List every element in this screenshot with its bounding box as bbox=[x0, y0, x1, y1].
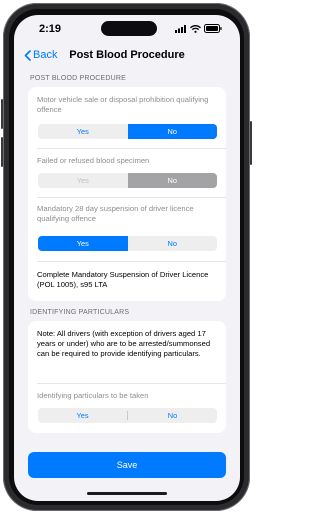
divider bbox=[37, 197, 226, 198]
save-button[interactable]: Save bbox=[28, 452, 226, 478]
home-indicator bbox=[87, 492, 167, 495]
battery-icon bbox=[204, 24, 222, 33]
divider bbox=[37, 383, 226, 384]
vehicle-sale-no-option[interactable]: No bbox=[127, 124, 217, 139]
suspension-instruction-text: Complete Mandatory Suspension of Driver … bbox=[37, 270, 209, 289]
volume-button bbox=[1, 137, 3, 167]
question-label-licence-suspension: Mandatory 28 day suspension of driver li… bbox=[37, 204, 194, 223]
dynamic-island bbox=[101, 21, 157, 36]
post-blood-card: Motor vehicle sale or disposal prohibiti… bbox=[28, 87, 226, 301]
status-time: 2:19 bbox=[39, 23, 62, 35]
status-icons bbox=[175, 24, 222, 33]
screen: 2:19 Back Post Blood Procedure POST BLOO… bbox=[14, 15, 240, 501]
blood-specimen-no-option: No bbox=[127, 173, 217, 188]
volume-button bbox=[1, 99, 3, 129]
question-label-vehicle-sale: Motor vehicle sale or disposal prohibiti… bbox=[37, 95, 209, 114]
wifi-icon bbox=[190, 24, 201, 33]
divider bbox=[37, 148, 226, 149]
section-header-identifying: IDENTIFYING PARTICULARS bbox=[30, 309, 130, 316]
identifying-no-option[interactable]: No bbox=[128, 408, 217, 423]
vehicle-sale-yes-option[interactable]: Yes bbox=[38, 124, 128, 139]
identifying-yes-option[interactable]: Yes bbox=[38, 408, 127, 423]
licence-suspension-yes-option[interactable]: Yes bbox=[38, 236, 128, 251]
identifying-note-text: Note: All drivers (with exception of dri… bbox=[37, 329, 211, 358]
blood-specimen-yes-option: Yes bbox=[76, 176, 89, 185]
identifying-segmented-control[interactable]: Yes No bbox=[38, 408, 217, 423]
divider bbox=[37, 261, 226, 262]
blood-specimen-segmented-control: Yes No bbox=[38, 173, 217, 188]
page-title: Post Blood Procedure bbox=[69, 49, 185, 61]
section-header-post-blood: POST BLOOD PROCEDURE bbox=[30, 75, 127, 82]
identifying-card: Note: All drivers (with exception of dri… bbox=[28, 321, 226, 433]
question-label-identifying: Identifying particulars to be taken bbox=[37, 391, 149, 400]
power-button bbox=[250, 121, 252, 165]
question-label-blood-specimen: Failed or refused blood specimen bbox=[37, 156, 150, 165]
licence-suspension-segmented-control[interactable]: Yes No bbox=[38, 236, 217, 251]
vehicle-sale-segmented-control[interactable]: Yes No bbox=[38, 124, 217, 139]
navigation-bar: Back Post Blood Procedure bbox=[14, 43, 240, 71]
signal-icon bbox=[175, 24, 186, 33]
licence-suspension-no-option[interactable]: No bbox=[128, 236, 218, 251]
